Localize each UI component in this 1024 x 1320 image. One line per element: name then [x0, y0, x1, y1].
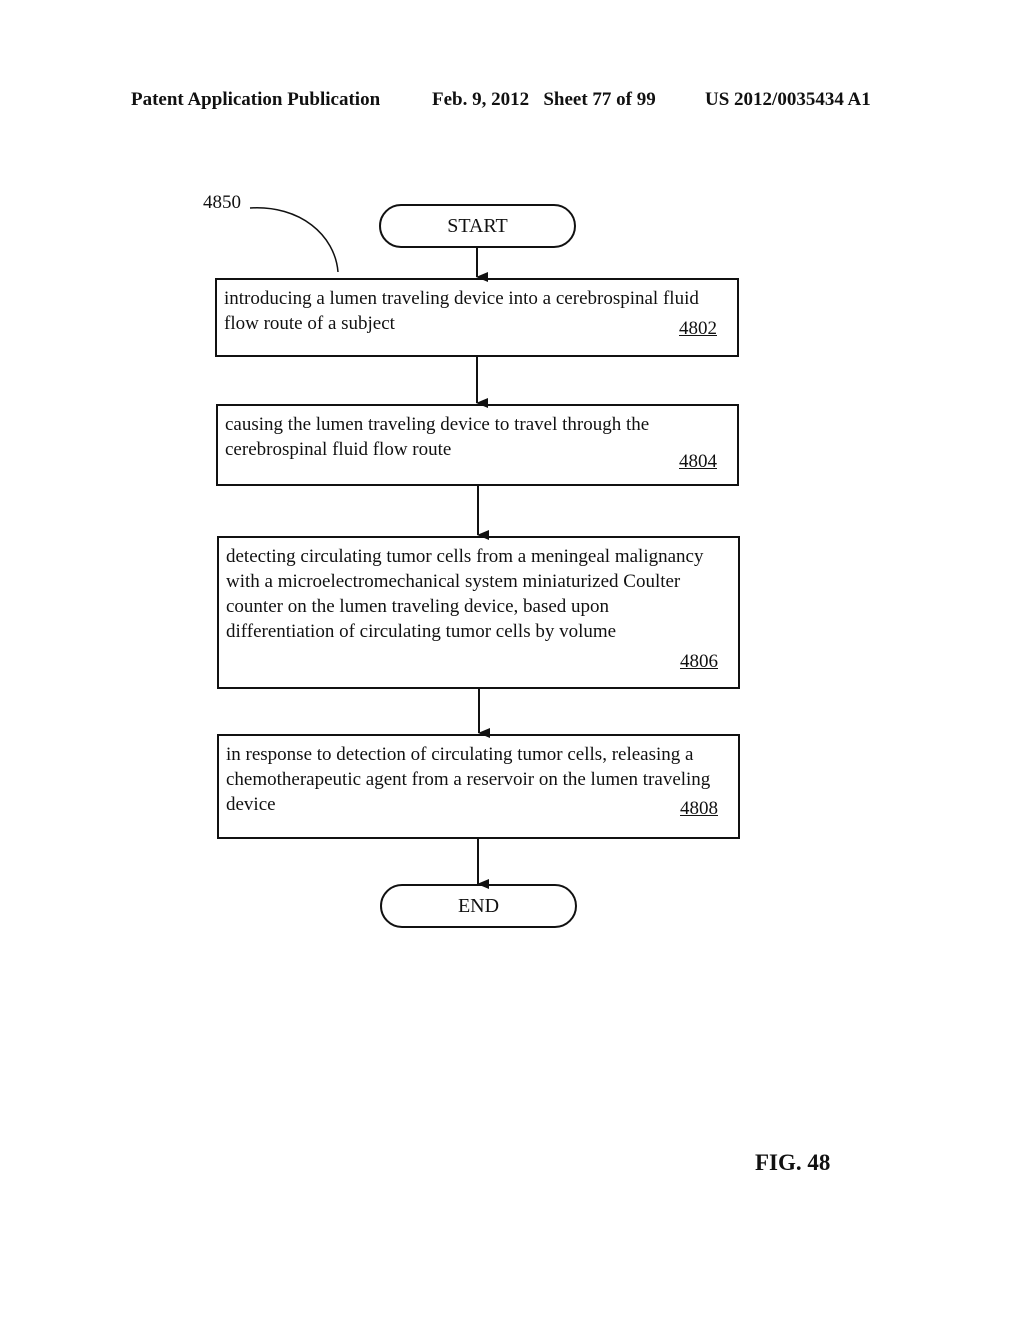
step-number: 4806: [680, 651, 718, 672]
step-box-4806: detecting circulating tumor cells from a…: [217, 536, 740, 689]
step-text: introducing a lumen traveling device int…: [224, 288, 699, 334]
step-box-4802: introducing a lumen traveling device int…: [215, 278, 739, 357]
step-box-4808: in response to detection of circulating …: [217, 734, 740, 839]
start-terminal: START: [379, 204, 576, 248]
step-number: 4802: [679, 318, 717, 339]
figure-label: FIG. 48: [755, 1150, 831, 1175]
reference-label: 4850: [203, 192, 241, 213]
step-number: 4808: [680, 798, 718, 819]
step-box-4804: causing the lumen traveling device to tr…: [216, 404, 739, 486]
start-label: START: [447, 214, 508, 237]
reference-leader-line: [249, 207, 339, 273]
step-text: in response to detection of circulating …: [226, 744, 711, 815]
step-text: causing the lumen traveling device to tr…: [225, 414, 650, 460]
end-terminal: END: [380, 884, 577, 928]
step-number: 4804: [679, 451, 717, 472]
end-label: END: [457, 894, 500, 917]
step-text: detecting circulating tumor cells from a…: [226, 546, 704, 642]
